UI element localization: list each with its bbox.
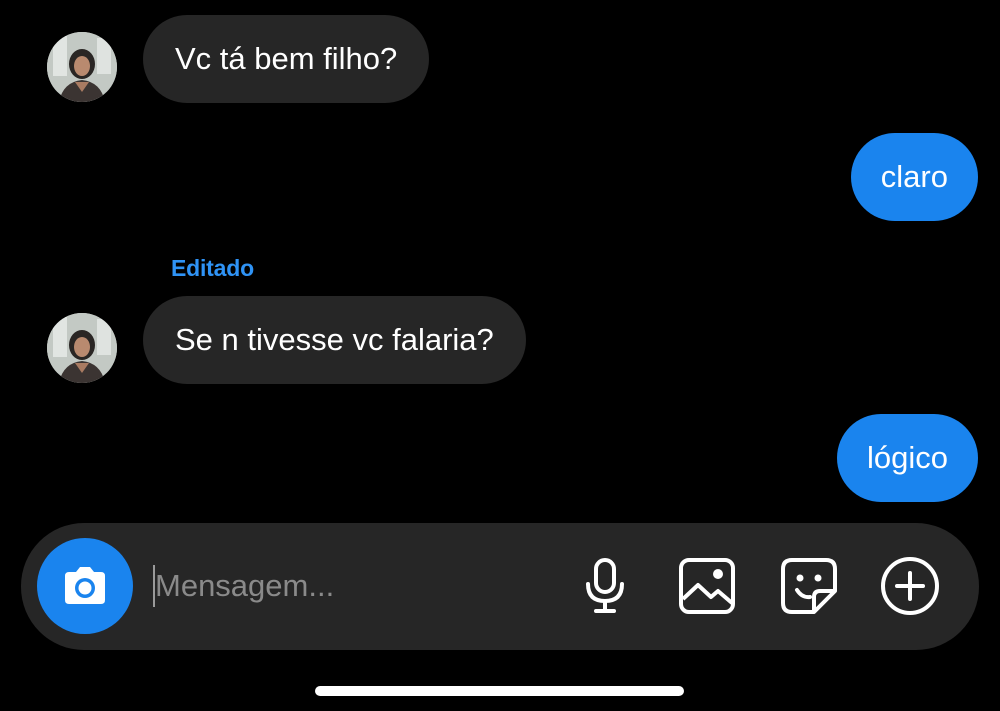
message-composer xyxy=(21,523,979,650)
microphone-icon xyxy=(586,558,624,613)
microphone-button[interactable] xyxy=(575,556,635,616)
sticker-icon xyxy=(781,558,837,614)
sender-avatar[interactable] xyxy=(47,32,117,102)
message-text: claro xyxy=(880,159,948,194)
home-indicator[interactable] xyxy=(315,686,684,696)
message-text: Vc tá bem filho? xyxy=(175,41,398,76)
message-text: Se n tivesse vc falaria? xyxy=(175,322,494,357)
incoming-message-bubble[interactable]: Se n tivesse vc falaria? xyxy=(143,296,526,384)
message-input[interactable] xyxy=(155,561,555,611)
camera-icon xyxy=(65,567,105,604)
outgoing-message-bubble[interactable]: claro xyxy=(850,133,978,221)
sticker-button[interactable] xyxy=(779,556,839,616)
incoming-message-bubble[interactable]: Vc tá bem filho? xyxy=(143,15,430,103)
gallery-button[interactable] xyxy=(677,556,737,616)
gallery-icon xyxy=(679,558,735,614)
sender-avatar[interactable] xyxy=(47,313,117,383)
avatar-photo-icon xyxy=(47,313,117,383)
outgoing-message-bubble[interactable]: lógico xyxy=(837,414,978,502)
more-options-button[interactable] xyxy=(880,556,940,616)
avatar-photo-icon xyxy=(47,32,117,102)
edited-label: Editado xyxy=(171,255,254,281)
message-text: lógico xyxy=(867,440,948,475)
plus-icon xyxy=(881,557,939,615)
camera-button[interactable] xyxy=(37,538,133,634)
